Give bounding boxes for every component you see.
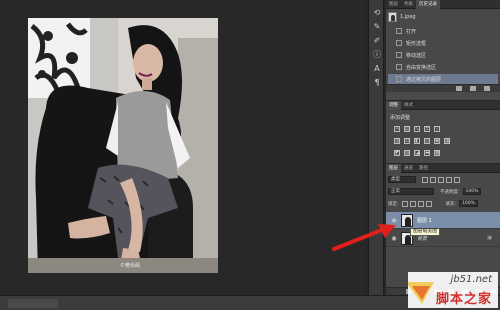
smart-filter-icon[interactable] bbox=[454, 176, 460, 183]
history-step-icon bbox=[396, 40, 402, 46]
adjustments-title: 添加调整 bbox=[390, 115, 411, 121]
history-item-label: 移动选区 bbox=[406, 52, 427, 59]
posterize-icon[interactable]: ▨ bbox=[404, 150, 410, 156]
layer-row-layer1[interactable]: ◉ 图层 1 bbox=[386, 212, 500, 229]
gradient-map-icon[interactable]: ▬ bbox=[424, 150, 430, 156]
fill-label: 填充: bbox=[445, 201, 457, 207]
site-watermark: jb51.net 脚本之家 bbox=[408, 272, 498, 308]
layers-panel-tabs: 图层 通道 路径 bbox=[386, 163, 500, 173]
tab-layers[interactable]: 图层 bbox=[386, 163, 401, 173]
brush-presets-icon[interactable]: ✐ bbox=[372, 36, 382, 46]
adjustment-filter-icon[interactable] bbox=[430, 176, 436, 183]
history-item-open[interactable]: 打开 bbox=[388, 26, 498, 36]
blend-opacity-row: 正常 不透明度: 100% bbox=[388, 187, 498, 196]
blend-mode-dropdown[interactable]: 正常 bbox=[388, 188, 434, 195]
watermark-name: 脚本之家 bbox=[435, 292, 492, 307]
history-step-icon bbox=[396, 64, 402, 70]
layer-filter-row: 类型 bbox=[388, 175, 498, 184]
snapshot-thumbnail bbox=[388, 12, 397, 22]
layer-thumbnail[interactable] bbox=[401, 213, 413, 227]
channel-mixer-icon[interactable]: ◉ bbox=[434, 138, 440, 144]
adjustments-panel: 调整 样式 添加调整 ☼ ▤ ∿ ± ▽ ▥ ⚖ ◧ ◎ ◉ ▦ ◩ ▨ ◪ ▬… bbox=[386, 100, 500, 162]
lock-fill-row: 锁定: 填充: 100% bbox=[388, 199, 498, 208]
history-item-label: 打开 bbox=[406, 28, 417, 35]
right-panel-dock: 图层 色板 历史记录 1.jpeg 打开 矩形选框 移动选区 自由变换选区 通过… bbox=[386, 0, 500, 295]
history-snapshot[interactable]: 1.jpeg bbox=[388, 11, 498, 23]
history-item-label: 矩形选框 bbox=[406, 40, 427, 47]
color-balance-icon[interactable]: ⚖ bbox=[404, 138, 410, 144]
history-step-icon bbox=[396, 28, 402, 34]
threshold-icon[interactable]: ◪ bbox=[414, 150, 420, 156]
history-item-label: 自由变换选区 bbox=[406, 64, 437, 71]
curves-icon[interactable]: ∿ bbox=[414, 126, 420, 132]
tab-history[interactable]: 历史记录 bbox=[416, 0, 440, 9]
photo-filter-icon[interactable]: ◎ bbox=[424, 138, 430, 144]
layer-filter-dropdown[interactable]: 类型 bbox=[388, 176, 416, 183]
black-white-icon[interactable]: ◧ bbox=[414, 138, 420, 144]
history-panel: 图层 色板 历史记录 1.jpeg 打开 矩形选框 移动选区 自由变换选区 通过… bbox=[386, 0, 500, 92]
photoshop-window: ©奢尚阁 ⟲ ✎ ✐ ⓘ A ¶ 图层 色板 历史记录 1.jpeg 打开 矩形… bbox=[0, 0, 500, 310]
tab-swatches[interactable]: 色板 bbox=[401, 0, 416, 9]
layer-thumbnail-tooltip: 图层缩览图 bbox=[410, 228, 440, 236]
history-step-icon bbox=[396, 76, 402, 82]
vibrance-icon[interactable]: ▽ bbox=[434, 126, 440, 132]
history-item-move-selection[interactable]: 移动选区 bbox=[388, 50, 498, 60]
shape-filter-icon[interactable] bbox=[446, 176, 452, 183]
brightness-icon[interactable]: ☼ bbox=[394, 126, 400, 132]
create-snapshot-icon[interactable] bbox=[470, 86, 476, 91]
history-item-label: 通过拷贝的图层 bbox=[406, 76, 442, 83]
layer-name[interactable]: 图层 1 bbox=[417, 217, 432, 224]
history-step-icon bbox=[396, 52, 402, 58]
tab-adjustments[interactable]: 调整 bbox=[386, 100, 401, 110]
portrait-image bbox=[28, 18, 218, 273]
opacity-label: 不透明度: bbox=[440, 189, 460, 195]
history-item-rect-marquee[interactable]: 矩形选框 bbox=[388, 38, 498, 48]
tab-paths[interactable]: 路径 bbox=[416, 164, 431, 173]
history-panel-icon[interactable]: ⟲ bbox=[372, 8, 382, 18]
canvas-photo: ©奢尚阁 bbox=[28, 18, 218, 273]
history-item-layer-via-copy[interactable]: 通过拷贝的图层 bbox=[388, 74, 498, 84]
history-panel-tabs: 图层 色板 历史记录 bbox=[386, 0, 500, 9]
tab-channels[interactable]: 通道 bbox=[401, 164, 416, 173]
opacity-field[interactable]: 100% bbox=[462, 188, 482, 195]
document-canvas[interactable]: ©奢尚阁 bbox=[0, 0, 365, 295]
brush-panel-icon[interactable]: ✎ bbox=[372, 22, 382, 32]
lock-position-icon[interactable] bbox=[417, 200, 424, 207]
type-filter-icon[interactable] bbox=[438, 176, 444, 183]
invert-icon[interactable]: ◩ bbox=[394, 150, 400, 156]
history-item-free-transform[interactable]: 自由变换选区 bbox=[388, 62, 498, 72]
red-arrow-annotation bbox=[332, 224, 396, 251]
exposure-icon[interactable]: ± bbox=[424, 126, 430, 132]
watermark-domain: jb51.net bbox=[450, 274, 492, 285]
lock-image-icon[interactable] bbox=[409, 200, 416, 207]
hue-saturation-icon[interactable]: ▥ bbox=[394, 138, 400, 144]
fill-field[interactable]: 100% bbox=[459, 200, 478, 207]
info-panel-icon[interactable]: ⓘ bbox=[372, 50, 382, 60]
lock-transparency-icon[interactable] bbox=[401, 200, 408, 207]
bottom-panel-tab[interactable] bbox=[8, 299, 58, 308]
tab-layers-top[interactable]: 图层 bbox=[386, 0, 401, 9]
color-lookup-icon[interactable]: ▦ bbox=[444, 138, 450, 144]
snapshot-label: 1.jpeg bbox=[400, 14, 416, 20]
trash-icon[interactable] bbox=[484, 86, 490, 91]
pixel-filter-icon[interactable] bbox=[422, 176, 428, 183]
new-document-from-state-icon[interactable] bbox=[456, 86, 462, 91]
character-panel-icon[interactable]: A bbox=[372, 64, 382, 74]
layer-row-background[interactable]: ◉ 背景 ▣ bbox=[386, 230, 500, 247]
photo-credit: ©奢尚阁 bbox=[120, 263, 141, 269]
tab-styles[interactable]: 样式 bbox=[401, 101, 416, 110]
adjustments-panel-tabs: 调整 样式 bbox=[386, 100, 500, 110]
lock-label: 锁定: bbox=[388, 201, 399, 207]
history-footer bbox=[386, 84, 500, 92]
levels-icon[interactable]: ▤ bbox=[404, 126, 410, 132]
lock-all-icon[interactable] bbox=[425, 200, 432, 207]
selective-color-icon[interactable]: ▩ bbox=[434, 150, 440, 156]
lock-icon: ▣ bbox=[487, 235, 492, 241]
paragraph-panel-icon[interactable]: ¶ bbox=[372, 78, 382, 88]
